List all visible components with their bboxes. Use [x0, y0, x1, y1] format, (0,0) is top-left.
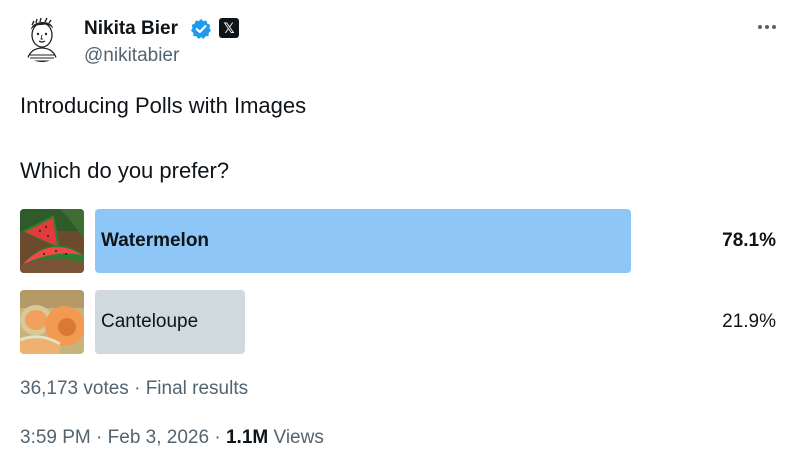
- poll-option-percent-watermelon: 78.1%: [722, 230, 776, 251]
- author-handle[interactable]: @nikitabier: [84, 45, 179, 67]
- separator: ·: [128, 378, 146, 399]
- cantaloupe-image[interactable]: [20, 290, 84, 354]
- poll-status: Final results: [145, 378, 249, 399]
- watermelon-image[interactable]: [20, 209, 84, 273]
- more-options-icon[interactable]: [752, 16, 782, 38]
- avatar[interactable]: [18, 14, 66, 62]
- tweet-time[interactable]: 3:59 PM: [20, 427, 91, 448]
- tweet-timestamp: 3:59 PM · Feb 3, 2026 · 1.1M Views: [20, 427, 324, 449]
- x-logo-icon: 𝕏: [219, 18, 239, 38]
- views-label: Views: [273, 427, 324, 448]
- poll-results-meta: 36,173 votes · Final results: [20, 378, 248, 400]
- views-count: 1.1M: [225, 427, 269, 448]
- separator: ·: [209, 427, 226, 448]
- tweet-text-line-1: Introducing Polls with Images: [20, 93, 307, 118]
- separator: ·: [90, 427, 108, 448]
- vote-count: 36,173 votes: [20, 378, 129, 399]
- poll-option-label-canteloupe: Canteloupe: [101, 311, 199, 332]
- poll-option-percent-canteloupe: 21.9%: [722, 311, 776, 332]
- tweet-text-line-2: Which do you prefer?: [20, 158, 230, 183]
- poll-option-label-watermelon: Watermelon: [101, 230, 210, 251]
- verified-badge-icon[interactable]: [190, 18, 212, 40]
- author-name[interactable]: Nikita Bier: [84, 18, 178, 40]
- tweet-date[interactable]: Feb 3, 2026: [108, 427, 209, 448]
